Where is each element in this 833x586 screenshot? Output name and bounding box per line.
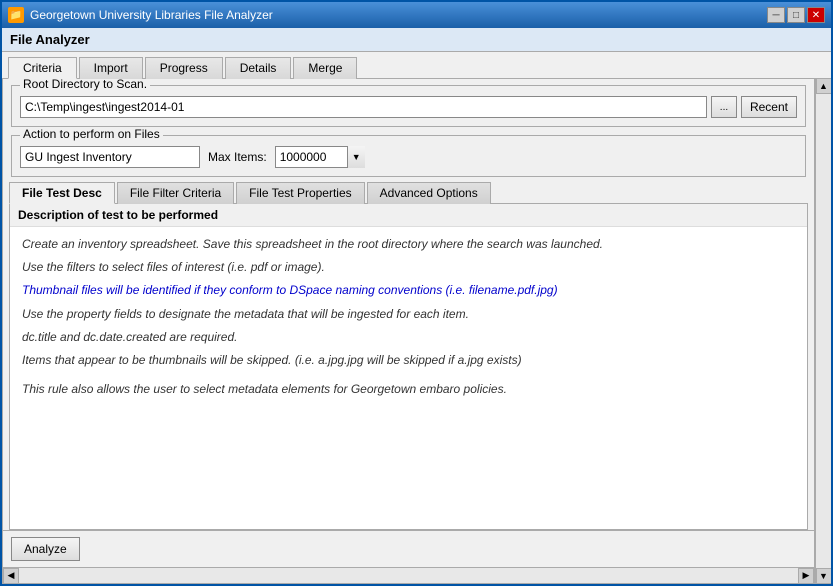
tab-file-filter-criteria[interactable]: File Filter Criteria: [117, 182, 234, 204]
scroll-left-button[interactable]: ◀: [3, 568, 19, 584]
tab-file-test-desc[interactable]: File Test Desc: [9, 182, 115, 204]
tab-advanced-options[interactable]: Advanced Options: [367, 182, 491, 204]
desc-line-1: Create an inventory spreadsheet. Save th…: [22, 235, 795, 254]
app-icon: 📁: [8, 7, 24, 23]
action-label: Action to perform on Files: [20, 127, 163, 141]
tab-file-test-properties[interactable]: File Test Properties: [236, 182, 365, 204]
analyze-button[interactable]: Analyze: [11, 537, 80, 561]
desc-line-7: This rule also allows the user to select…: [22, 380, 795, 399]
window-title: Georgetown University Libraries File Ana…: [30, 8, 273, 22]
scroll-down-button[interactable]: ▼: [816, 568, 832, 584]
file-analyzer-label: File Analyzer: [2, 28, 831, 52]
root-dir-label: Root Directory to Scan.: [20, 78, 150, 91]
desc-line-5: dc.title and dc.date.created are require…: [22, 328, 795, 347]
close-button[interactable]: ✕: [807, 7, 825, 23]
tab-progress[interactable]: Progress: [145, 57, 223, 79]
scroll-right-button[interactable]: ▶: [798, 568, 814, 584]
minimize-button[interactable]: ─: [767, 7, 785, 23]
horizontal-scrollbar-track[interactable]: [19, 568, 798, 583]
description-body: Create an inventory spreadsheet. Save th…: [10, 227, 807, 529]
browse-button[interactable]: ...: [711, 96, 737, 118]
tab-criteria[interactable]: Criteria: [8, 57, 77, 79]
desc-line-2: Use the filters to select files of inter…: [22, 258, 795, 277]
maximize-button[interactable]: □: [787, 7, 805, 23]
action-dropdown[interactable]: GU Ingest Inventory: [20, 146, 200, 168]
desc-line-6: Items that appear to be thumbnails will …: [22, 351, 795, 370]
desc-line-4: Use the property fields to designate the…: [22, 305, 795, 324]
max-items-arrow-icon[interactable]: ▼: [347, 146, 365, 168]
tab-details[interactable]: Details: [225, 57, 292, 79]
recent-button[interactable]: Recent: [741, 96, 797, 118]
vertical-scrollbar-track[interactable]: [816, 94, 831, 568]
tab-merge[interactable]: Merge: [293, 57, 357, 79]
max-items-label: Max Items:: [208, 150, 267, 164]
root-dir-input[interactable]: [20, 96, 707, 118]
tab-import[interactable]: Import: [79, 57, 143, 79]
desc-line-3: Thumbnail files will be identified if th…: [22, 281, 795, 300]
description-header: Description of test to be performed: [10, 204, 807, 227]
scroll-up-button[interactable]: ▲: [816, 78, 832, 94]
